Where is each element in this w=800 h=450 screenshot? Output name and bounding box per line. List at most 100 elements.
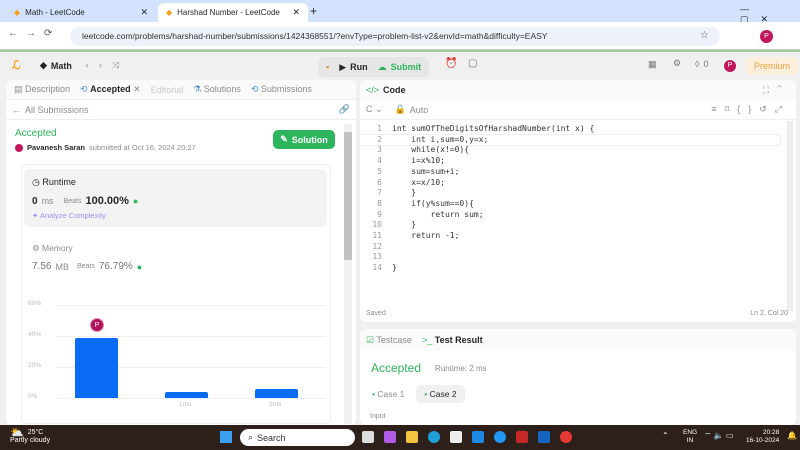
code-line[interactable]: 4 i=x%10; bbox=[360, 156, 780, 167]
layout-icon[interactable]: ▦ bbox=[648, 59, 657, 70]
expand-collapse-icons[interactable]: ⛶⌃ bbox=[763, 85, 790, 96]
debug-icon[interactable]: ▪ bbox=[326, 62, 329, 72]
nav-buttons[interactable]: ←→⟳ bbox=[8, 28, 60, 39]
code-editor[interactable]: 1 int sumOfTheDigitsOfHarshadNumber(int x… bbox=[359, 124, 781, 274]
case-label: Case 2 bbox=[429, 389, 457, 399]
taskbar-search[interactable]: ⌕ Search bbox=[240, 429, 355, 446]
bookmark-star-icon[interactable]: ☆ bbox=[700, 30, 709, 41]
streak-value: 0 bbox=[703, 59, 709, 69]
app-header: ℒ ◆ Math ‹›⤨ ▪ ▶ Run ☁ Submit ⏰ ▢ ▦ ⚙ ◊ 0 P P… bbox=[0, 50, 800, 80]
line-number: 5 bbox=[377, 166, 382, 176]
memory-label[interactable]: ⚙ Memory bbox=[32, 243, 73, 254]
language-indicator[interactable]: ENG IN bbox=[683, 429, 697, 445]
problem-list-link[interactable]: ◆ Math ‹›⤨ bbox=[40, 60, 129, 71]
network-volume-battery-icons[interactable]: ⌔ 🔈 ▭ bbox=[704, 431, 734, 441]
run-button[interactable]: ▶ Run bbox=[339, 62, 367, 73]
line-number: 14 bbox=[372, 263, 382, 273]
user-avatar[interactable]: P bbox=[724, 60, 736, 72]
profile-avatar[interactable]: P bbox=[760, 30, 773, 43]
tab-math[interactable]: ◆ Math - LeetCode ✕ bbox=[6, 3, 156, 22]
line-number: 3 bbox=[377, 145, 382, 155]
code-line[interactable]: 2 int i,sum=0,y=x; bbox=[359, 133, 781, 147]
code-line[interactable]: 11 return -1; bbox=[360, 231, 780, 242]
line-number: 7 bbox=[377, 188, 382, 198]
line-text: if(y%sum==0){ bbox=[392, 198, 474, 208]
lang-code: ENG bbox=[683, 429, 698, 436]
leetcode-logo[interactable]: ℒ bbox=[12, 58, 21, 72]
edge-icon[interactable] bbox=[428, 431, 440, 443]
time: 20:28 bbox=[762, 429, 780, 436]
weather-text: Partly cloudy bbox=[10, 437, 51, 444]
editor-action-icons[interactable]: ≡⌑{}↺⤢ bbox=[711, 104, 790, 115]
link-icon[interactable]: 🔗 bbox=[339, 104, 350, 115]
url-input[interactable]: leetcode.com/problems/harshad-number/sub… bbox=[70, 27, 720, 46]
tab-harshad[interactable]: ◆ Harshad Number - LeetCode ✕ bbox=[158, 3, 308, 22]
chrome-icon[interactable] bbox=[560, 431, 572, 443]
tab-accepted[interactable]: ⟲ Accepted ✕ bbox=[80, 84, 141, 95]
notification-bell-icon[interactable]: 🔔 bbox=[787, 431, 797, 440]
tab-submissions[interactable]: ⟲ Submissions bbox=[251, 84, 312, 95]
app-icon[interactable] bbox=[494, 431, 506, 443]
code-line[interactable]: 3 while(x!=0){ bbox=[360, 145, 780, 156]
task-view-icon[interactable] bbox=[362, 431, 374, 443]
analyze-complexity-link[interactable]: ✦ Analyze Complexity bbox=[32, 211, 106, 220]
tab-solutions[interactable]: ⚗ Solutions bbox=[193, 84, 241, 95]
fire-icon: ◊ bbox=[695, 59, 700, 69]
tab-test-result[interactable]: >_ Test Result bbox=[422, 335, 483, 345]
chart-bar[interactable] bbox=[165, 391, 208, 398]
user-name[interactable]: Pavanesh Saran bbox=[27, 143, 85, 152]
streak-counter[interactable]: ◊ 0 bbox=[695, 59, 708, 69]
editor-scrollbar[interactable] bbox=[787, 121, 793, 311]
code-line[interactable]: 13 bbox=[360, 252, 780, 263]
tray-icons[interactable]: ⌃ bbox=[662, 431, 669, 440]
language-select[interactable]: C ⌄ bbox=[366, 104, 383, 115]
case-2-tab[interactable]: • Case 2 bbox=[416, 385, 465, 403]
app-icon[interactable] bbox=[472, 431, 484, 443]
chart-bar[interactable] bbox=[255, 388, 298, 398]
clock[interactable]: 20:28 16-10-2024 bbox=[746, 429, 779, 445]
solution-button[interactable]: ✎ Solution bbox=[273, 130, 335, 149]
memory-beats: 76.79% bbox=[98, 261, 133, 272]
close-icon[interactable]: ✕ bbox=[292, 7, 300, 18]
file-explorer-icon[interactable] bbox=[406, 431, 418, 443]
submit-label: Submit bbox=[390, 62, 422, 72]
all-submissions-link[interactable]: ← All Submissions 🔗 bbox=[6, 100, 356, 120]
code-line[interactable]: 9 return sum; bbox=[360, 210, 780, 221]
code-line[interactable]: 10 } bbox=[360, 220, 780, 231]
code-line[interactable]: 12 bbox=[360, 242, 780, 253]
code-line[interactable]: 1 int sumOfTheDigitsOfHarshadNumber(int x… bbox=[360, 124, 780, 135]
submit-button[interactable]: ☁ Submit bbox=[378, 62, 422, 73]
code-line[interactable]: 14} bbox=[360, 263, 780, 274]
chart-bar[interactable] bbox=[75, 337, 118, 398]
prev-next-shuffle-icons[interactable]: ‹›⤨ bbox=[86, 60, 129, 71]
code-title: Code bbox=[383, 85, 406, 95]
code-line[interactable]: 7 } bbox=[360, 188, 780, 199]
copilot-icon[interactable] bbox=[384, 431, 396, 443]
close-icon[interactable]: ✕ bbox=[140, 7, 148, 18]
left-tabs: ▤ Description ⟲ Accepted ✕ Editorial ⚗ S… bbox=[6, 80, 356, 100]
code-line[interactable]: 5 sum=sum+i; bbox=[360, 167, 780, 178]
notes-icon[interactable]: ▢ bbox=[468, 58, 477, 69]
tab-description[interactable]: ▤ Description bbox=[14, 84, 70, 95]
back-arrow-icon: ← bbox=[12, 104, 21, 115]
code-line[interactable]: 8 if(y%sum==0){ bbox=[360, 199, 780, 210]
new-tab-button[interactable]: + bbox=[310, 4, 317, 18]
premium-button[interactable]: Premium bbox=[746, 57, 799, 75]
mode-label[interactable]: Auto bbox=[410, 105, 429, 115]
runtime-card[interactable]: ◷ Runtime 0 ms Beats 100.00% ● ✦ Analyze Com… bbox=[24, 169, 327, 227]
weather-widget[interactable]: ⛅ 25°C Partly cloudy bbox=[10, 428, 51, 445]
code-line[interactable]: 6 x=x/10; bbox=[360, 178, 780, 189]
store-icon[interactable] bbox=[450, 431, 462, 443]
settings-icon[interactable]: ⚙ bbox=[673, 58, 681, 69]
mcafee-icon[interactable] bbox=[516, 431, 528, 443]
outlook-icon[interactable] bbox=[538, 431, 550, 443]
tab-testcase[interactable]: ☑ Testcase bbox=[366, 335, 412, 346]
timer-icon[interactable]: ⏰ bbox=[445, 58, 457, 69]
start-button[interactable] bbox=[220, 431, 232, 443]
edit-icon: ✎ bbox=[280, 134, 288, 144]
beats-icon: ● bbox=[136, 261, 143, 272]
runtime-distribution-chart: 0% 20% 40% 60% P 1ms 2ms bbox=[6, 280, 346, 420]
tab-editorial[interactable]: Editorial bbox=[151, 85, 184, 95]
case-1-tab[interactable]: • Case 1 bbox=[372, 389, 404, 399]
gridline bbox=[56, 305, 326, 306]
